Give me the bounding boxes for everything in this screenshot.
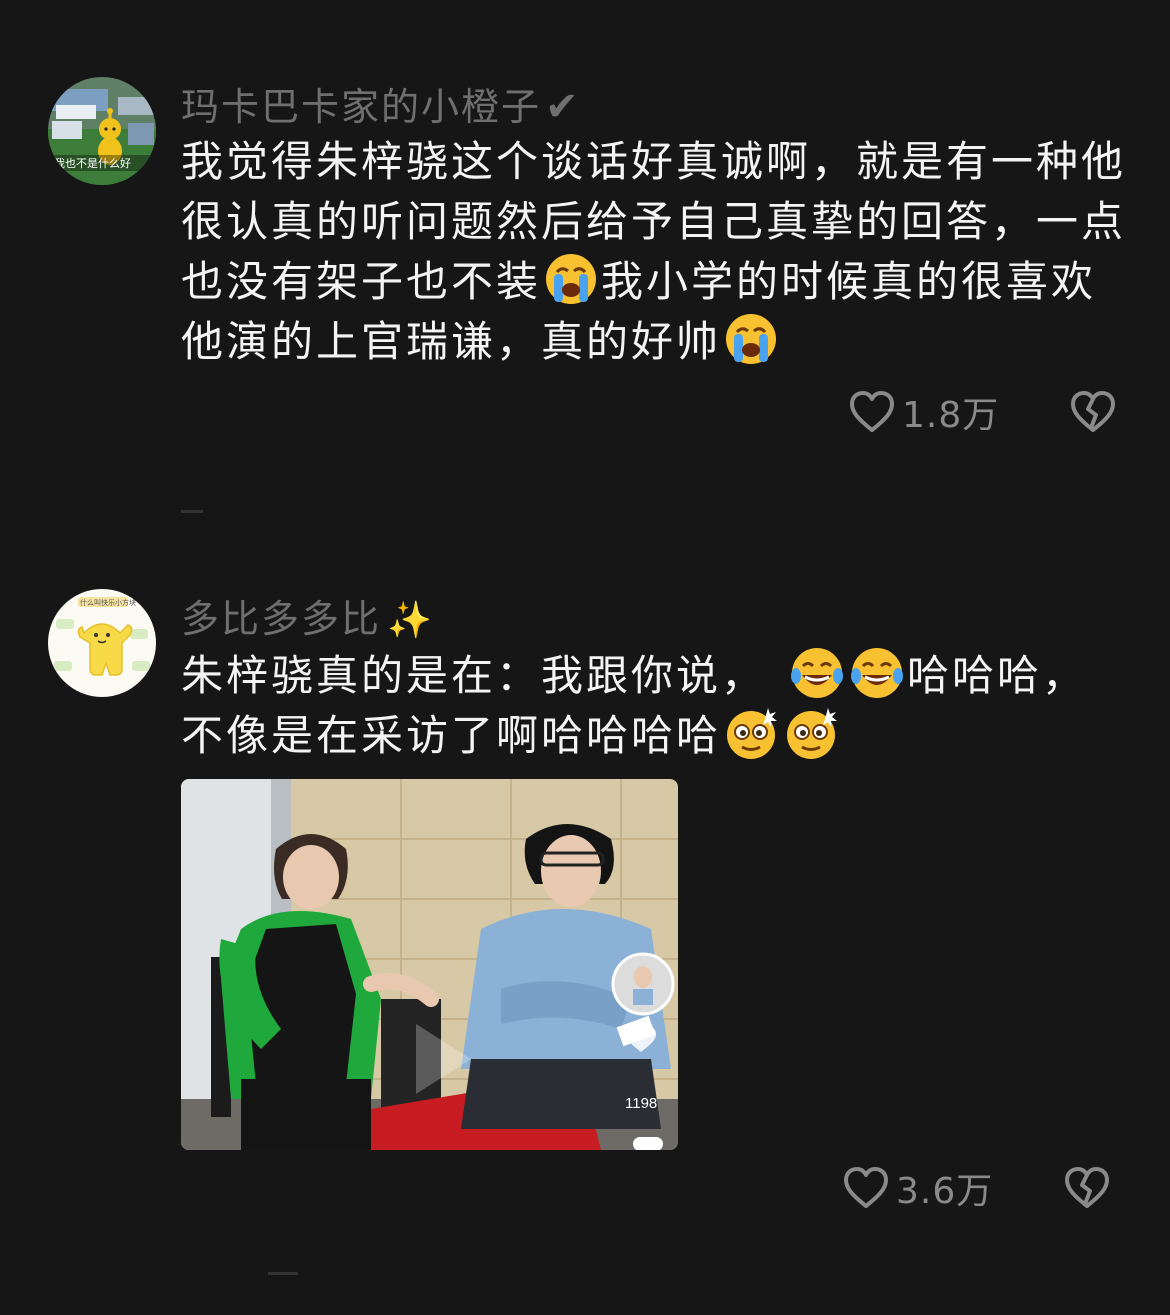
comment-actions: 1.8万 [848,386,1117,438]
comment-text: 朱梓骁真的是在：我跟你说， 哈哈哈，不像是在采访了啊哈哈哈哈 [181,646,1126,766]
comment-image[interactable]: 1198 [181,779,678,1150]
dislike-broken-heart-icon[interactable] [1069,388,1117,436]
dislike-broken-heart-icon[interactable] [1063,1164,1111,1212]
dizzy-emoji-icon [724,706,778,760]
username[interactable]: 玛卡巴卡家的小橙子 ✔ [181,76,581,131]
sparkles-icon: ✨ [387,600,434,641]
avatar[interactable]: 什么叫快乐小方块 [48,589,156,697]
like-count: 1.8万 [902,395,1000,436]
divider [181,510,203,513]
divider [268,1272,298,1275]
like-button[interactable]: 3.6万 [842,1162,993,1214]
verified-check-icon: ✔ [545,84,581,130]
comment-text: 我觉得朱梓骁这个谈话好真诚啊，就是有一种他很认真的听问题然后给予自己真挚的回答，… [181,132,1126,372]
crying-emoji-icon [544,252,598,306]
avatar[interactable]: 我也不是什么好 [48,77,156,185]
comment-actions: 3.6万 [842,1162,1111,1214]
like-count: 3.6万 [896,1171,994,1212]
crying-emoji-icon [724,312,778,366]
like-button[interactable]: 1.8万 [848,386,999,438]
username-text: 多比多多比 [181,597,382,641]
comment-text-part-1: 朱梓骁真的是在：我跟你说， [181,651,767,700]
username-text: 玛卡巴卡家的小橙子 [181,85,542,129]
avatar-caption: 什么叫快乐小方块 [80,598,136,607]
username[interactable]: 多比多多比 ✨ [181,588,434,643]
avatar-caption: 我也不是什么好 [54,156,131,170]
heart-outline-icon [842,1164,890,1212]
heart-outline-icon [848,388,896,436]
laughing-emoji-icon [790,646,844,700]
laughing-emoji-icon [850,646,904,700]
image-like-count: 1198 [625,1095,658,1112]
dizzy-emoji-icon [784,706,838,760]
